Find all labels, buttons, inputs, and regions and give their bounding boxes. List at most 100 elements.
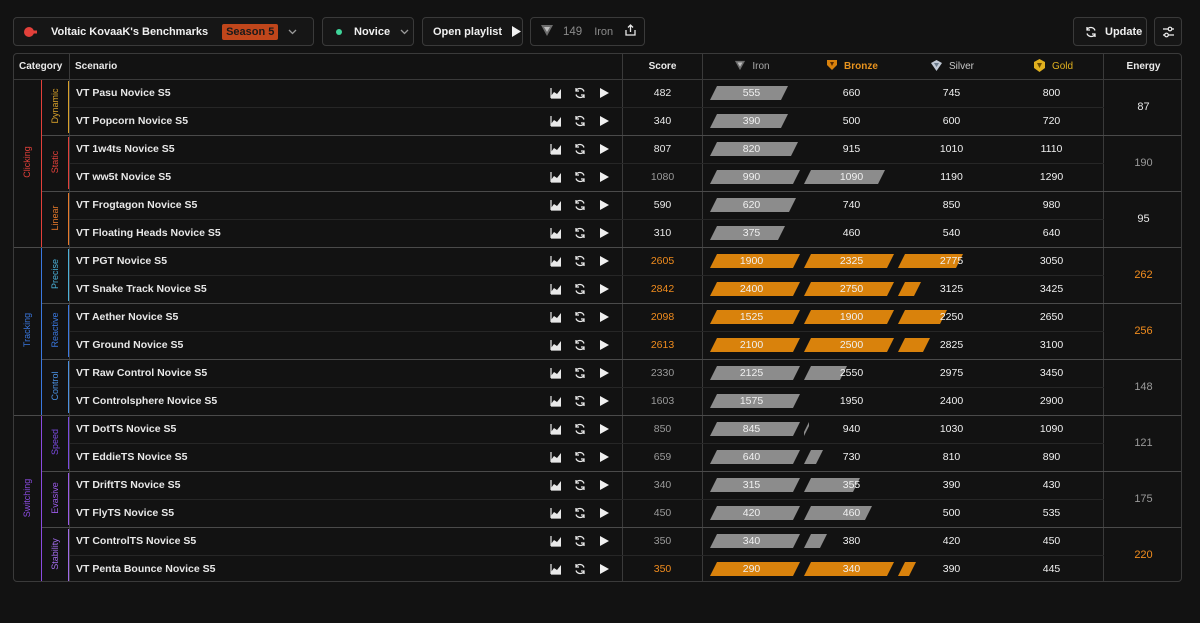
restart-icon[interactable] [573,198,587,212]
play-icon[interactable] [597,86,611,100]
chart-icon[interactable] [549,282,563,296]
restart-icon[interactable] [573,282,587,296]
chart-icon[interactable] [549,478,563,492]
threshold-value: 850 [942,199,961,211]
chart-icon[interactable] [549,422,563,436]
chart-icon[interactable] [549,170,563,184]
difficulty-label: Novice [354,25,391,38]
play-icon[interactable] [597,422,611,436]
threshold-value: 1900 [839,311,864,323]
threshold-value: 2400 [939,395,964,407]
chart-icon[interactable] [549,226,563,240]
chart-icon[interactable] [549,562,563,576]
restart-icon[interactable] [573,506,587,520]
play-icon[interactable] [597,310,611,324]
restart-icon[interactable] [573,366,587,380]
threshold-value: 430 [1042,479,1061,491]
chart-icon[interactable] [549,338,563,352]
restart-icon[interactable] [573,534,587,548]
scenario-name[interactable]: VT Snake Track Novice S5 [76,275,207,303]
restart-icon[interactable] [573,478,587,492]
threshold-value: 2325 [839,255,864,267]
scenario-name[interactable]: VT Popcorn Novice S5 [76,107,188,135]
play-icon[interactable] [597,142,611,156]
scenario-name[interactable]: VT PGT Novice S5 [76,247,167,275]
play-icon[interactable] [597,562,611,576]
restart-icon[interactable] [573,142,587,156]
chart-icon[interactable] [549,142,563,156]
subcategory-label: Reactive [50,312,60,348]
threshold-value: 1950 [839,395,864,407]
play-icon[interactable] [597,170,611,184]
play-icon[interactable] [597,282,611,296]
scenario-name[interactable]: VT EddieTS Novice S5 [76,443,187,471]
chart-icon[interactable] [549,366,563,380]
restart-icon[interactable] [573,422,587,436]
subcategory-label: Control [50,371,60,401]
restart-icon[interactable] [573,170,587,184]
energy-value: 256 [1134,325,1153,337]
scenario-name[interactable]: VT 1w4ts Novice S5 [76,135,175,163]
benchmark-selector[interactable]: Voltaic KovaaK's Benchmarks Season 5 [13,17,314,46]
threshold-value: 460 [842,227,861,239]
scenario-name[interactable]: VT FlyTS Novice S5 [76,499,174,527]
restart-icon[interactable] [573,338,587,352]
scenario-name[interactable]: VT Frogtagon Novice S5 [76,191,197,219]
threshold-value: 390 [942,563,961,575]
restart-icon[interactable] [573,450,587,464]
play-icon[interactable] [597,534,611,548]
threshold-value: 915 [842,143,861,155]
restart-icon[interactable] [573,86,587,100]
scenario-name[interactable]: VT Raw Control Novice S5 [76,359,207,387]
play-icon[interactable] [597,254,611,268]
threshold-value: 445 [1042,563,1061,575]
play-icon[interactable] [597,198,611,212]
restart-icon[interactable] [573,562,587,576]
restart-icon[interactable] [573,254,587,268]
update-button[interactable]: Update [1073,17,1147,46]
open-playlist-button[interactable]: Open playlist [422,17,523,46]
play-icon[interactable] [597,366,611,380]
chart-icon[interactable] [549,310,563,324]
scenario-name[interactable]: VT ww5t Novice S5 [76,163,171,191]
scenario-name[interactable]: VT Floating Heads Novice S5 [76,219,221,247]
play-icon[interactable] [597,394,611,408]
scenario-name[interactable]: VT ControlTS Novice S5 [76,527,196,555]
play-icon[interactable] [597,506,611,520]
restart-icon[interactable] [573,114,587,128]
subcategory-color-bar [68,473,69,525]
chart-icon[interactable] [549,394,563,408]
silver-rank-icon [930,59,943,74]
threshold-value: 1190 [940,171,963,183]
scenario-name[interactable]: VT Penta Bounce Novice S5 [76,555,215,581]
scenario-name[interactable]: VT DriftTS Novice S5 [76,471,180,499]
chart-icon[interactable] [549,198,563,212]
rank-name: Iron [594,25,614,38]
score-value: 340 [653,115,672,127]
share-icon[interactable] [625,24,636,39]
scenario-name[interactable]: VT DotTS Novice S5 [76,415,176,443]
chart-icon[interactable] [549,534,563,548]
chart-icon[interactable] [549,114,563,128]
scenario-name[interactable]: VT Pasu Novice S5 [76,79,171,107]
scenario-name[interactable]: VT Ground Novice S5 [76,331,183,359]
scenario-name[interactable]: VT Aether Novice S5 [76,303,178,331]
subcategory-label: Evasive [50,482,60,514]
chart-icon[interactable] [549,254,563,268]
threshold-value: 3050 [1039,255,1064,267]
chart-icon[interactable] [549,506,563,520]
restart-icon[interactable] [573,226,587,240]
play-icon[interactable] [597,450,611,464]
play-icon[interactable] [597,226,611,240]
restart-icon[interactable] [573,394,587,408]
chart-icon[interactable] [549,86,563,100]
play-icon[interactable] [597,338,611,352]
play-icon[interactable] [597,478,611,492]
settings-button[interactable] [1154,17,1182,46]
difficulty-selector[interactable]: Novice [322,17,414,46]
scenario-name[interactable]: VT Controlsphere Novice S5 [76,387,217,415]
threshold-value: 535 [1042,507,1061,519]
restart-icon[interactable] [573,310,587,324]
play-icon[interactable] [597,114,611,128]
chart-icon[interactable] [549,450,563,464]
